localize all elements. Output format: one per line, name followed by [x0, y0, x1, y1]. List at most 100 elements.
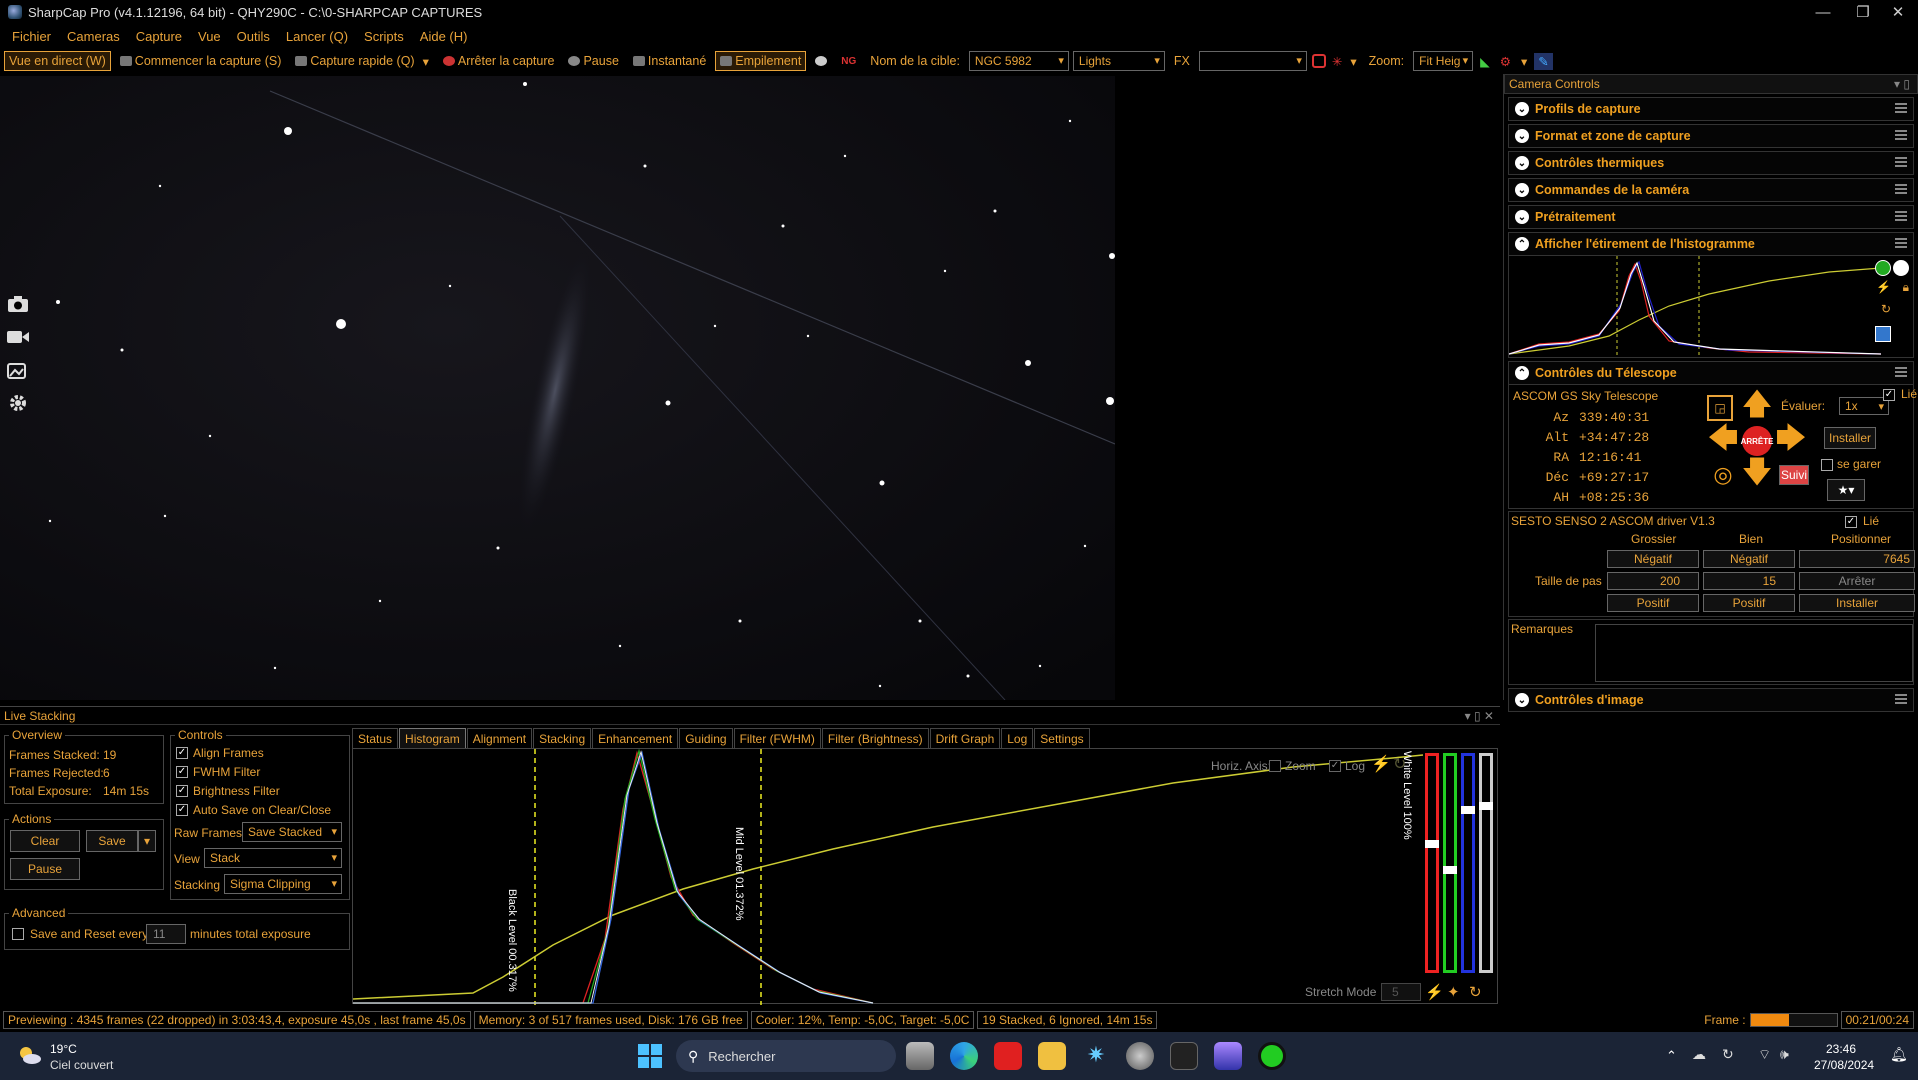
stretch-mode-input[interactable]: 5: [1381, 983, 1421, 1001]
weather-icon[interactable]: [16, 1044, 42, 1066]
menu-icon[interactable]: [1895, 238, 1907, 248]
notification-bell-icon[interactable]: 🔔︎: [1890, 1046, 1908, 1063]
menu-cameras[interactable]: Cameras: [59, 29, 128, 44]
red-slider[interactable]: [1425, 753, 1439, 973]
stack-histogram[interactable]: Black Level 00.317% Mid Level 01.372% Wh…: [352, 748, 1498, 1005]
section-histogram-stretch[interactable]: ⌃ Afficher l'étirement de l'histogramme: [1508, 232, 1914, 256]
lightning-icon[interactable]: ⚡: [1425, 983, 1444, 1001]
menu-aide[interactable]: Aide (H): [412, 29, 476, 44]
position-value[interactable]: 7645: [1799, 550, 1915, 568]
tab-log[interactable]: Log: [1001, 728, 1034, 748]
mini-histogram[interactable]: [1508, 256, 1882, 356]
vivaldi-icon[interactable]: [994, 1042, 1022, 1070]
menu-capture[interactable]: Capture: [128, 29, 190, 44]
lightning-icon[interactable]: ⚡: [1371, 754, 1391, 774]
section-camera-commands[interactable]: ⌄ Commandes de la caméra: [1508, 178, 1914, 202]
tab-guiding[interactable]: Guiding: [679, 728, 733, 748]
menu-icon[interactable]: [1895, 211, 1907, 221]
log-checkbox[interactable]: ✓: [1329, 760, 1341, 772]
tab-status[interactable]: Status: [352, 728, 399, 748]
notes-textarea[interactable]: [1595, 624, 1913, 682]
brush-icon[interactable]: ✎: [1534, 52, 1553, 70]
menu-icon[interactable]: [1895, 367, 1907, 377]
tab-drift-graph[interactable]: Drift Graph: [929, 728, 1001, 748]
close-button[interactable]: ✕: [1878, 0, 1918, 24]
chevron-down-icon[interactable]: ▾: [1347, 53, 1359, 70]
target-name-select[interactable]: NGC 5982: [968, 51, 1069, 71]
target-icon[interactable]: ◎: [1707, 459, 1739, 491]
fine-negative-button[interactable]: Négatif: [1703, 550, 1795, 568]
video-icon[interactable]: [4, 323, 32, 351]
minutes-input[interactable]: 11: [146, 924, 186, 944]
sharpcap-icon[interactable]: [1170, 1042, 1198, 1070]
weather-temp[interactable]: 19°C: [50, 1042, 77, 1056]
windows-start-icon[interactable]: [638, 1044, 662, 1068]
image-viewer[interactable]: [0, 76, 1115, 700]
zoom-checkbox[interactable]: [1269, 760, 1281, 772]
focuser-install-button[interactable]: Installer: [1799, 594, 1915, 612]
telescope-install-button[interactable]: Installer: [1824, 427, 1876, 449]
tab-enhancement[interactable]: Enhancement: [592, 728, 679, 748]
section-telescope[interactable]: ⌃ Contrôles du Télescope: [1508, 361, 1914, 385]
section-image-controls[interactable]: ⌄ Contrôles d'image: [1508, 688, 1914, 712]
tab-alignment[interactable]: Alignment: [466, 728, 533, 748]
tracking-button[interactable]: Suivi: [1779, 465, 1809, 485]
tab-histogram[interactable]: Histogram: [399, 728, 466, 748]
live-view-button[interactable]: Vue en direct (W): [4, 51, 111, 71]
fwhm-filter-checkbox[interactable]: ✓: [176, 766, 188, 778]
dark-icon[interactable]: [810, 53, 832, 69]
rate-select[interactable]: 1x: [1839, 397, 1889, 415]
pause-stacking-button[interactable]: Pause: [10, 858, 80, 880]
planet-icon[interactable]: [1126, 1042, 1154, 1070]
sparkle-icon[interactable]: ✦: [1447, 983, 1460, 1001]
start-capture-button[interactable]: Commencer la capture (S): [115, 51, 287, 71]
chevron-down-icon[interactable]: ▾: [1518, 53, 1530, 70]
lightning-icon[interactable]: ⚡: [1876, 280, 1891, 294]
snapshot-button[interactable]: Instantané: [628, 51, 711, 71]
green-slider[interactable]: [1443, 753, 1457, 973]
contrast-icon[interactable]: [1893, 260, 1909, 276]
histogram-icon[interactable]: ◣: [1477, 53, 1493, 70]
edge-icon[interactable]: [950, 1042, 978, 1070]
section-format[interactable]: ⌄ Format et zone de capture: [1508, 124, 1914, 148]
menu-icon[interactable]: [1895, 184, 1907, 194]
focuser-stop-button[interactable]: Arrêter: [1799, 572, 1915, 590]
arrow-right-icon[interactable]: 🡆: [1775, 422, 1807, 457]
telescope-linked-checkbox[interactable]: ✓: [1883, 389, 1895, 401]
menu-icon[interactable]: [1895, 103, 1907, 113]
info-icon[interactable]: [1875, 260, 1891, 276]
clear-button[interactable]: Clear: [10, 830, 80, 852]
task-view-icon[interactable]: [906, 1042, 934, 1070]
auto-save-checkbox[interactable]: ✓: [176, 804, 188, 816]
reticle-icon[interactable]: [1311, 53, 1327, 69]
close-icon[interactable]: ▾ ▯ ✕: [1465, 709, 1494, 723]
quick-capture-button[interactable]: Capture rapide (Q) ▾: [290, 51, 434, 72]
save-button[interactable]: Save: [86, 830, 138, 852]
section-capture-profiles[interactable]: ⌄ Profils de capture: [1508, 97, 1914, 121]
coarse-positive-button[interactable]: Positif: [1607, 594, 1699, 612]
park-checkbox[interactable]: [1821, 459, 1833, 471]
reset-icon[interactable]: ↻: [1469, 983, 1482, 1001]
reset-icon[interactable]: ↻: [1393, 754, 1406, 774]
refresh-icon[interactable]: ↻: [1722, 1046, 1734, 1063]
arrow-down-icon[interactable]: 🡇: [1741, 456, 1773, 491]
menu-icon[interactable]: [1895, 694, 1907, 704]
brightness-filter-checkbox[interactable]: ✓: [176, 785, 188, 797]
settings-red-icon[interactable]: ⚙: [1497, 53, 1514, 70]
clock-time[interactable]: 23:46: [1826, 1042, 1856, 1056]
menu-icon[interactable]: [1895, 157, 1907, 167]
tab-stacking[interactable]: Stacking: [533, 728, 592, 748]
stop-capture-button[interactable]: Arrêter la capture: [438, 51, 560, 71]
crosshair-icon[interactable]: ✳: [1331, 53, 1343, 70]
menu-fichier[interactable]: Fichier: [4, 29, 59, 44]
lock-icon[interactable]: 🔒︎: [1903, 280, 1909, 295]
telescope-app-icon[interactable]: [1214, 1042, 1242, 1070]
file-explorer-icon[interactable]: [1038, 1042, 1066, 1070]
taskbar-search[interactable]: ⚲ Rechercher: [676, 1040, 896, 1072]
clock-date[interactable]: 27/08/2024: [1814, 1058, 1874, 1072]
reset-icon[interactable]: ↻: [1881, 302, 1891, 316]
wifi-icon[interactable]: ⌔: [1758, 1046, 1771, 1064]
section-thermal[interactable]: ⌄ Contrôles thermiques: [1508, 151, 1914, 175]
arrow-up-icon[interactable]: 🡅: [1741, 388, 1773, 423]
tab-filter-fwhm[interactable]: Filter (FWHM): [733, 728, 821, 748]
